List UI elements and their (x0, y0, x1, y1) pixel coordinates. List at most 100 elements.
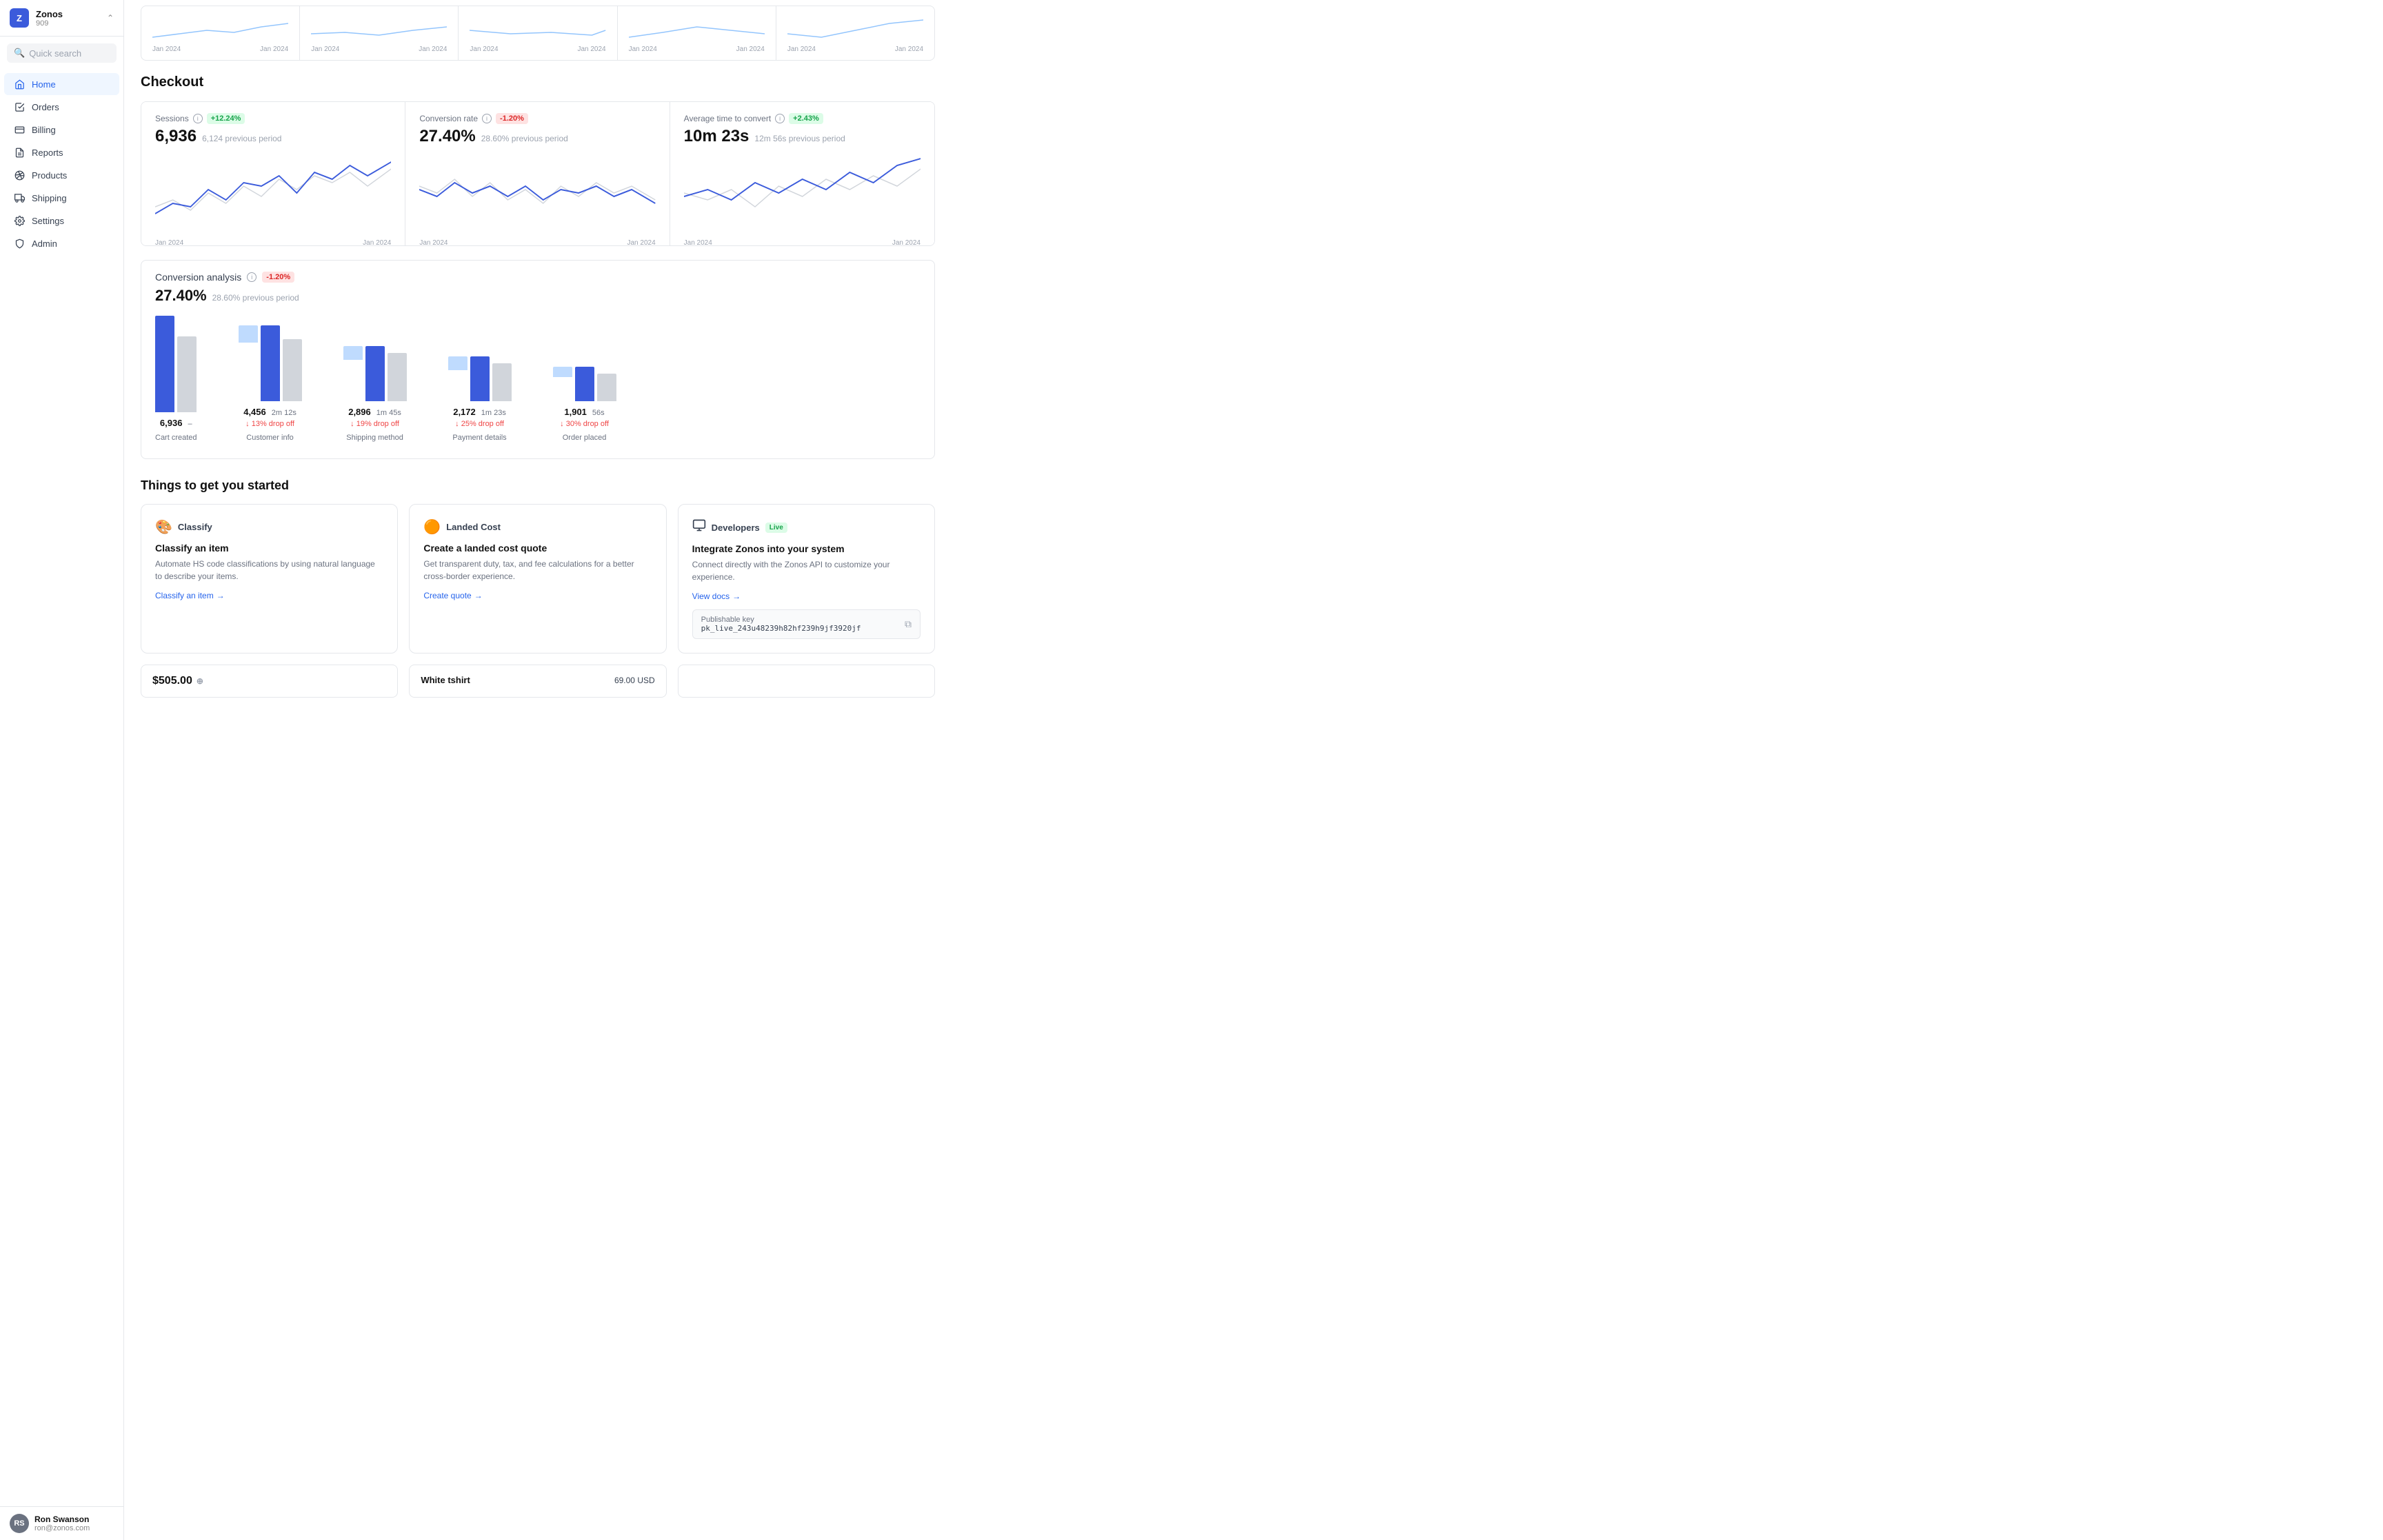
sidebar-item-settings[interactable]: Settings (4, 210, 119, 232)
sidebar-item-shipping-label: Shipping (32, 193, 67, 203)
classify-card: 🎨 Classify Classify an item Automate HS … (141, 504, 398, 654)
sidebar: Z Zonos 909 ⌃ 🔍 Quick search Home Orders (0, 0, 124, 1540)
checkout-metrics: Sessions i +12.24% 6,936 6,124 previous … (141, 101, 935, 246)
sidebar-item-home[interactable]: Home (4, 73, 119, 95)
funnel-step-shipping-method: 2,896 1m 45s ↓ 19% drop off Shipping met… (343, 346, 407, 442)
chart2-date-start: Jan 2024 (311, 45, 339, 53)
developers-link[interactable]: View docs → (692, 591, 921, 601)
sessions-label: Sessions (155, 114, 189, 123)
funnel-stat-shipping: 2,896 (348, 407, 371, 417)
shipping-icon (14, 192, 25, 203)
classify-icon: 🎨 (155, 518, 172, 536)
funnel-dash-cart: – (188, 420, 192, 428)
user-info: Ron Swanson ron@zonos.com (34, 1514, 90, 1532)
top-chart-3: Jan 2024 Jan 2024 (459, 6, 617, 60)
conversion-analysis-prev: 28.60% previous period (212, 293, 299, 303)
chart4-date-start: Jan 2024 (629, 45, 657, 53)
landed-cost-link[interactable]: Create quote → (423, 591, 652, 600)
conversion-rate-info-icon[interactable]: i (482, 114, 492, 123)
funnel-time-order: 56s (592, 409, 605, 417)
sidebar-item-orders[interactable]: Orders (4, 96, 119, 118)
price-icon: ⊕ (197, 676, 203, 686)
funnel-stat-cart: 6,936 (160, 418, 183, 428)
publishable-key-row: Publishable key pk_live_243u48239h82hf23… (692, 609, 921, 639)
bottom-item-row: $505.00 ⊕ White tshirt 69.00 USD (141, 665, 935, 698)
avg-time-value: 10m 23s (684, 127, 750, 146)
landed-cost-card-desc: Get transparent duty, tax, and fee calcu… (423, 558, 652, 582)
quick-search-button[interactable]: 🔍 Quick search (7, 43, 117, 63)
funnel-row: 6,936 – Cart created 4,456 2m 12s (155, 316, 921, 447)
funnel-step-payment-details: 2,172 1m 23s ↓ 25% drop off Payment deta… (448, 356, 512, 442)
sidebar-item-billing[interactable]: Billing (4, 119, 119, 141)
avg-time-chart: Jan 2024 Jan 2024 (684, 152, 921, 234)
funnel-step-order-placed: 1,901 56s ↓ 30% drop off Order placed (553, 367, 616, 442)
chart5-date-start: Jan 2024 (787, 45, 816, 53)
sidebar-item-admin[interactable]: Admin (4, 232, 119, 254)
funnel-bar-light-order (553, 367, 572, 377)
search-icon: 🔍 (14, 48, 25, 59)
funnel-bar-blue-customer (261, 325, 280, 401)
sidebar-nav: Home Orders Billing Reports Products (0, 70, 123, 1506)
funnel-time-shipping: 1m 45s (376, 409, 401, 417)
avg-time-info-icon[interactable]: i (775, 114, 785, 123)
avg-time-label: Average time to convert (684, 114, 772, 123)
conversion-analysis-value: 27.40% (155, 287, 207, 305)
conversion-rate-badge: -1.20% (496, 113, 528, 124)
funnel-drop-customer: ↓ 13% drop off (245, 420, 294, 428)
sidebar-item-settings-label: Settings (32, 216, 64, 226)
sessions-info-icon[interactable]: i (193, 114, 203, 123)
funnel-time-payment: 1m 23s (481, 409, 506, 417)
conversion-analysis-section: Conversion analysis i -1.20% 27.40% 28.6… (141, 260, 935, 459)
classify-link[interactable]: Classify an item → (155, 591, 383, 600)
sidebar-item-products[interactable]: Products (4, 164, 119, 186)
user-profile[interactable]: RS Ron Swanson ron@zonos.com (0, 1506, 123, 1540)
developers-icon (692, 518, 706, 536)
classify-service-name: Classify (178, 522, 212, 532)
classify-link-text: Classify an item (155, 591, 214, 600)
top-mini-charts: Jan 2024 Jan 2024 Jan 2024 Jan 2024 (141, 6, 935, 61)
chart1-date-start: Jan 2024 (152, 45, 181, 53)
developers-card-title: Integrate Zonos into your system (692, 543, 921, 554)
white-tshirt-label: White tshirt (421, 675, 470, 685)
avgtime-chart-date-start: Jan 2024 (684, 239, 712, 246)
landed-cost-card: 🟠 Landed Cost Create a landed cost quote… (409, 504, 666, 654)
funnel-bar-gray-shipping (388, 353, 407, 401)
funnel-bar-blue-cart (155, 316, 174, 412)
top-chart-2: Jan 2024 Jan 2024 (300, 6, 459, 60)
developers-link-text: View docs (692, 591, 730, 601)
chart5-date-end: Jan 2024 (895, 45, 923, 53)
funnel-bar-gray-payment (492, 363, 512, 401)
top-chart-1: Jan 2024 Jan 2024 (141, 6, 300, 60)
user-name: Ron Swanson (34, 1514, 90, 1524)
billing-icon (14, 124, 25, 135)
funnel-bar-blue-shipping (365, 346, 385, 401)
developers-live-badge: Live (765, 523, 787, 533)
copy-key-button[interactable]: ⧉ (905, 618, 912, 630)
publishable-key-label: Publishable key (701, 616, 861, 624)
funnel-label-order: Order placed (563, 434, 607, 442)
funnel-drop-payment: ↓ 25% drop off (455, 420, 504, 428)
funnel-label-customer: Customer info (246, 434, 293, 442)
sidebar-item-shipping[interactable]: Shipping (4, 187, 119, 209)
conversion-analysis-info-icon[interactable]: i (247, 272, 257, 282)
company-switcher-icon[interactable]: ⌃ (107, 13, 114, 23)
developers-icon-row: Developers Live (692, 518, 921, 536)
classify-card-title: Classify an item (155, 543, 383, 554)
funnel-label-payment: Payment details (452, 434, 506, 442)
chart1-date-end: Jan 2024 (260, 45, 288, 53)
sidebar-item-products-label: Products (32, 170, 67, 181)
sidebar-item-reports[interactable]: Reports (4, 141, 119, 163)
price-item-card: $505.00 ⊕ (141, 665, 398, 698)
landed-cost-link-text: Create quote (423, 591, 471, 600)
landed-cost-icon-row: 🟠 Landed Cost (423, 518, 652, 536)
settings-icon (14, 215, 25, 226)
funnel-bar-gray-customer (283, 339, 302, 401)
checkout-section-title: Checkout (141, 74, 935, 90)
conversion-rate-value: 27.40% (419, 127, 475, 146)
developers-card: Developers Live Integrate Zonos into you… (678, 504, 935, 654)
white-tshirt-card: White tshirt 69.00 USD (409, 665, 666, 698)
funnel-bar-gray-order (597, 374, 616, 401)
sessions-chart: Jan 2024 Jan 2024 (155, 152, 391, 234)
funnel-label-shipping: Shipping method (346, 434, 403, 442)
classify-link-arrow: → (217, 591, 225, 600)
